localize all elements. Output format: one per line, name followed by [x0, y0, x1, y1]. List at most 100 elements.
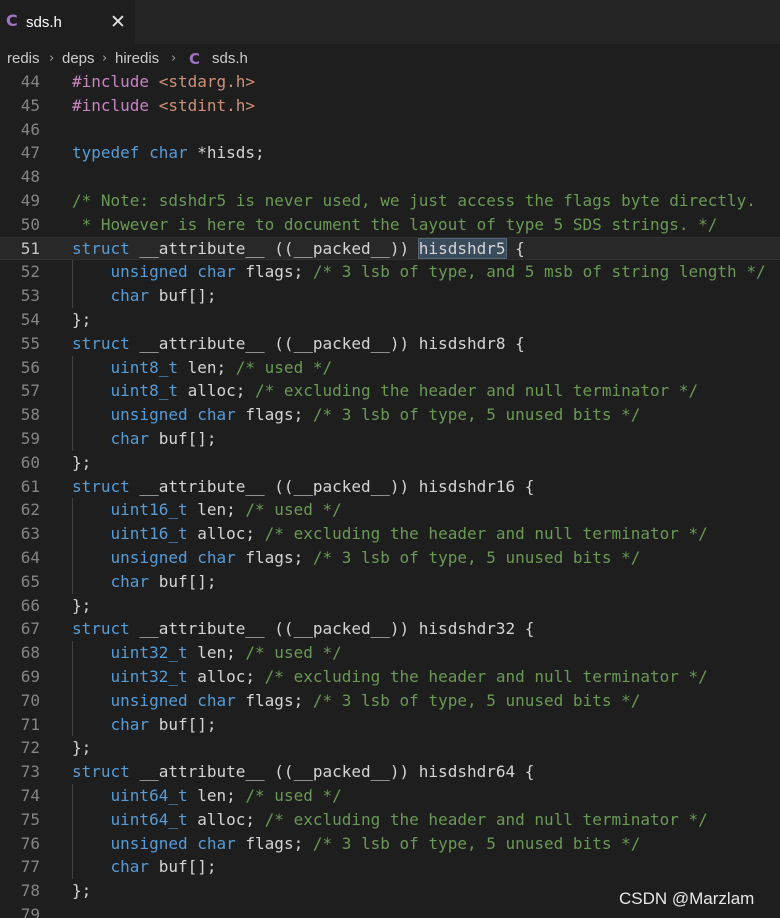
line-number: 71 — [20, 714, 40, 734]
code-line[interactable]: 72}; — [0, 736, 780, 760]
chevron-right-icon: › — [171, 51, 177, 66]
code-token: /* used */ — [245, 500, 342, 520]
code-text: uint16_t len; /* used */ — [72, 498, 342, 522]
code-token: char — [197, 690, 246, 710]
code-line[interactable]: 51 struct __attribute__ ((__packed__)) hi… — [0, 236, 780, 261]
code-line[interactable]: 54}; — [0, 308, 780, 332]
line-number: 53 — [20, 286, 40, 306]
code-text: char buf[]; — [72, 855, 217, 879]
code-token: unsigned — [110, 548, 198, 567]
code-token: uint16_t — [110, 524, 198, 544]
code-text: #include <stdarg.h> — [72, 74, 255, 94]
code-text: uint32_t len; /* used */ — [72, 641, 342, 665]
code-line[interactable]: 69 uint32_t alloc; /* excluding the head… — [0, 665, 780, 689]
code-line[interactable]: 71 char buf[]; — [0, 713, 780, 737]
close-icon[interactable]: ✕ — [108, 12, 128, 32]
code-line[interactable]: 58 unsigned char flags; /* 3 lsb of type… — [0, 403, 780, 427]
code-editor[interactable]: 44 #include <stdarg.h> 45 #include <stdint.… — [0, 74, 780, 918]
code-token: char — [110, 286, 159, 306]
code-line[interactable]: 56 uint8_t len; /* used */ — [0, 356, 780, 380]
code-line[interactable]: 67 struct __attribute__ ((__packed__)) hi… — [0, 617, 780, 641]
code-line[interactable]: 48 — [0, 165, 780, 189]
code-token: __attribute__ ((__packed__)) hisdshdr16 … — [139, 476, 535, 496]
code-token: alloc; — [197, 809, 265, 829]
code-line[interactable]: 49 /* Note: sdshdr5 is never used, we jus… — [0, 189, 780, 213]
line-number: 70 — [20, 690, 40, 710]
line-number: 49 — [20, 191, 40, 210]
code-line[interactable]: 76 unsigned char flags; /* 3 lsb of type… — [0, 832, 780, 856]
code-text: }; — [72, 879, 91, 903]
code-text: }; — [72, 736, 91, 760]
c-file-icon: C — [6, 11, 18, 30]
code-token: { — [505, 238, 525, 258]
code-line[interactable]: 65 char buf[]; — [0, 570, 780, 594]
code-line[interactable]: 53 char buf[]; — [0, 284, 780, 308]
code-token: len; — [197, 643, 246, 663]
code-line[interactable]: 52 unsigned char flags; /* 3 lsb of type… — [0, 260, 780, 284]
code-line[interactable]: 47 typedef char *hisds; — [0, 141, 780, 165]
breadcrumb-item-deps[interactable]: deps — [62, 44, 95, 74]
code-token: char — [110, 714, 159, 734]
code-line[interactable]: 66}; — [0, 594, 780, 618]
code-line[interactable]: 46 — [0, 118, 780, 142]
code-token: <stdarg.h> — [158, 74, 256, 91]
line-number: 54 — [20, 310, 40, 329]
code-token: #include — [72, 74, 159, 91]
line-number: 66 — [20, 595, 40, 615]
code-token: }; — [72, 595, 92, 615]
code-line[interactable]: 77 char buf[]; — [0, 855, 780, 879]
chevron-right-icon: › — [49, 51, 55, 66]
code-token: }; — [72, 310, 92, 329]
code-line[interactable]: 59 char buf[]; — [0, 427, 780, 451]
code-token: char — [197, 548, 246, 567]
code-text: uint16_t alloc; /* excluding the header … — [72, 522, 708, 546]
line-number: 47 — [20, 143, 40, 163]
breadcrumb-item-hiredis[interactable]: hiredis — [115, 44, 159, 74]
code-token: }; — [72, 881, 92, 901]
code-token: /* used */ — [235, 357, 333, 377]
code-token: struct — [72, 619, 140, 639]
code-line[interactable]: 60}; — [0, 451, 780, 475]
code-text: char buf[]; — [72, 570, 217, 594]
code-text: struct __attribute__ ((__packed__)) hisd… — [72, 617, 534, 641]
code-token: /* 3 lsb of type, 5 unused bits */ — [312, 690, 641, 710]
line-number: 44 — [20, 74, 40, 91]
code-text: unsigned char flags; /* 3 lsb of type, 5… — [72, 689, 641, 713]
breadcrumb-item-redis[interactable]: redis — [7, 44, 40, 74]
code-line[interactable]: 73 struct __attribute__ ((__packed__)) hi… — [0, 760, 780, 784]
code-line[interactable]: 55 struct __attribute__ ((__packed__)) hi… — [0, 332, 780, 356]
code-token: len; — [187, 357, 236, 377]
tab-sds-h[interactable]: C sds.h ✕ — [0, 0, 135, 44]
code-line[interactable]: 44 #include <stdarg.h> — [0, 74, 780, 94]
code-token: unsigned — [110, 690, 198, 710]
breadcrumb: redis › deps › hiredis › C sds.h — [0, 44, 780, 74]
breadcrumb-item-file[interactable]: sds.h — [212, 44, 248, 74]
line-number: 77 — [20, 857, 40, 877]
code-line[interactable]: 63 uint16_t alloc; /* excluding the head… — [0, 522, 780, 546]
code-line[interactable]: 64 unsigned char flags; /* 3 lsb of type… — [0, 546, 780, 570]
code-line[interactable]: 57 uint8_t alloc; /* excluding the heade… — [0, 379, 780, 403]
code-token: uint16_t — [110, 500, 198, 520]
line-number: 74 — [20, 786, 40, 805]
code-line[interactable]: 61 struct __attribute__ ((__packed__)) hi… — [0, 475, 780, 499]
indent-guide — [72, 355, 73, 451]
code-token: buf[]; — [158, 714, 217, 734]
code-token: len; — [197, 786, 246, 805]
code-line[interactable]: 50 * However is here to document the lay… — [0, 213, 780, 237]
code-token: char — [110, 571, 159, 591]
line-number: 73 — [20, 762, 40, 782]
code-line[interactable]: 68 uint32_t len; /* used */ — [0, 641, 780, 665]
code-token: /* used */ — [245, 786, 342, 805]
code-line[interactable]: 45 #include <stdint.h> — [0, 94, 780, 118]
code-line[interactable]: 74 uint64_t len; /* used */ — [0, 784, 780, 808]
code-line[interactable]: 70 unsigned char flags; /* 3 lsb of type… — [0, 689, 780, 713]
code-token: alloc; — [197, 667, 265, 686]
code-line[interactable]: 62 uint16_t len; /* used */ — [0, 498, 780, 522]
code-token: /* used */ — [245, 643, 342, 663]
line-number: 63 — [20, 524, 40, 544]
code-line[interactable]: 75 uint64_t alloc; /* excluding the head… — [0, 808, 780, 832]
